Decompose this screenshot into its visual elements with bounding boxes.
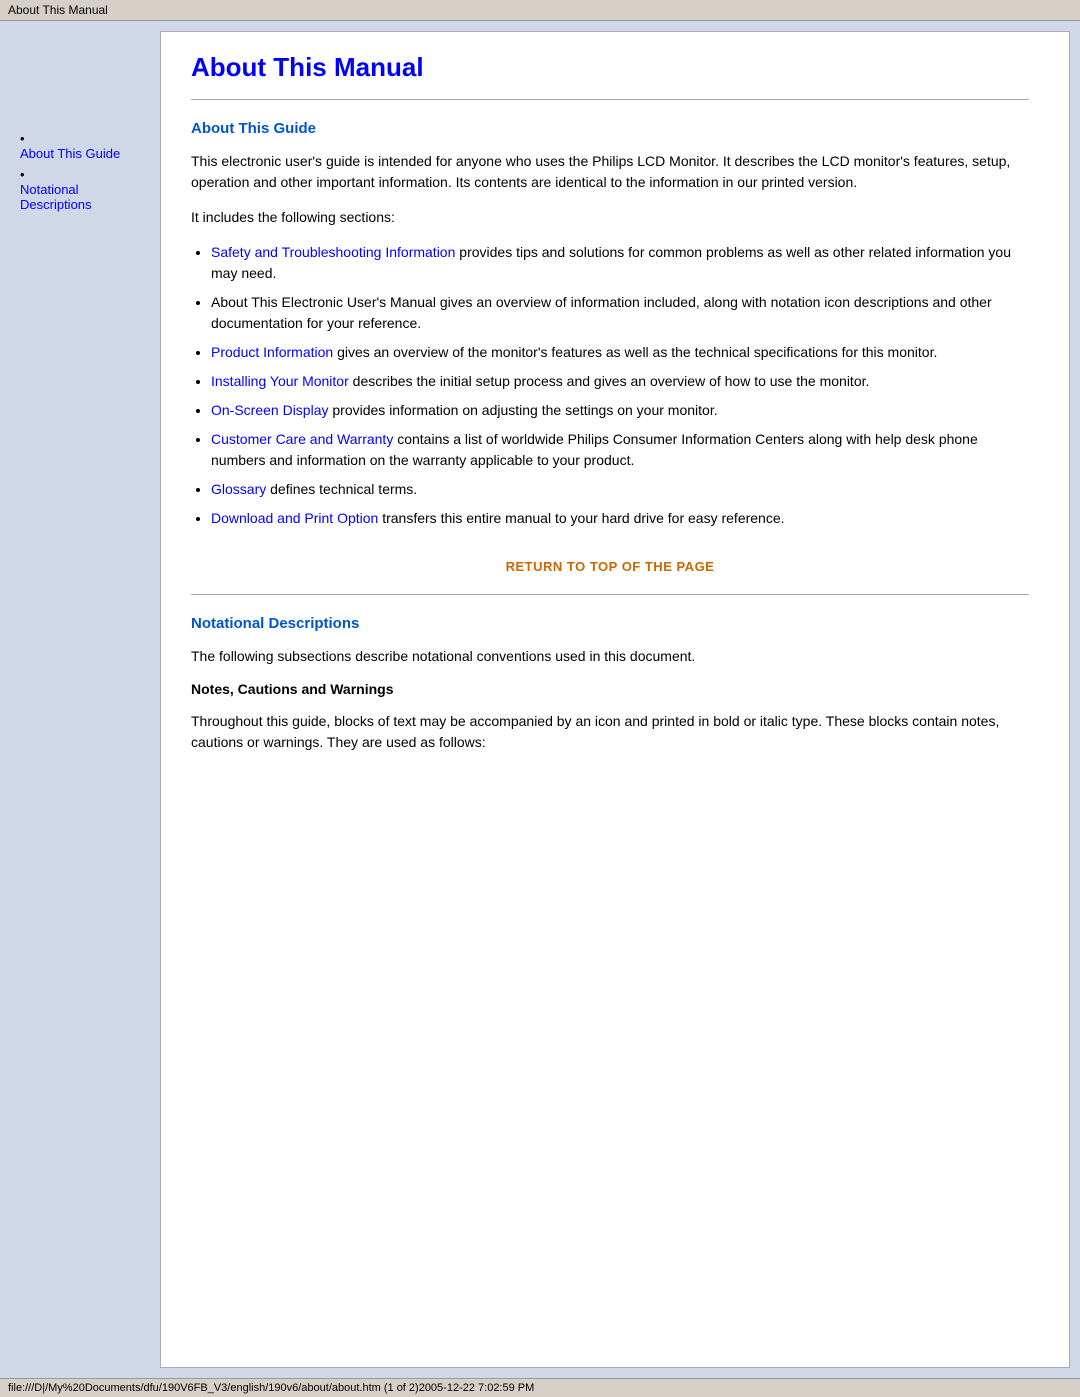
list-item: Installing Your Monitor describes the in…	[211, 371, 1029, 392]
return-link-anchor[interactable]: RETURN TO TOP OF THE PAGE	[506, 559, 715, 574]
sidebar: • About This Guide • Notational Descript…	[10, 31, 155, 1368]
list-item: Glossary defines technical terms.	[211, 479, 1029, 500]
divider-top	[191, 99, 1029, 100]
notes-cautions-title: Notes, Cautions and Warnings	[191, 681, 1029, 697]
divider-middle	[191, 594, 1029, 595]
about-intro2: It includes the following sections:	[191, 207, 1029, 228]
section-notational: Notational Descriptions The following su…	[191, 615, 1029, 753]
section-title-notational: Notational Descriptions	[191, 615, 1029, 632]
sidebar-item-notational[interactable]: • Notational Descriptions	[20, 167, 147, 212]
list-item-text: describes the initial setup process and …	[353, 373, 870, 389]
page-title: About This Manual	[191, 52, 1029, 83]
list-item: Product Information gives an overview of…	[211, 342, 1029, 363]
list-item-text: gives an overview of the monitor's featu…	[337, 344, 937, 360]
list-item-text: transfers this entire manual to your har…	[382, 510, 784, 526]
list-item-text: defines technical terms.	[270, 481, 417, 497]
list-item: About This Electronic User's Manual give…	[211, 292, 1029, 334]
notational-intro: The following subsections describe notat…	[191, 646, 1029, 667]
link-customer-care[interactable]: Customer Care and Warranty	[211, 431, 393, 447]
link-installing[interactable]: Installing Your Monitor	[211, 373, 349, 389]
sidebar-item-about[interactable]: • About This Guide	[20, 131, 147, 161]
link-safety[interactable]: Safety and Troubleshooting Information	[211, 244, 455, 260]
sidebar-link-about[interactable]: About This Guide	[20, 146, 147, 161]
content-area: About This Manual About This Guide This …	[160, 31, 1070, 1368]
status-bar-text: file:///D|/My%20Documents/dfu/190V6FB_V3…	[8, 1382, 534, 1394]
bullet-list: Safety and Troubleshooting Information p…	[211, 242, 1029, 529]
link-osd[interactable]: On-Screen Display	[211, 402, 329, 418]
return-to-top[interactable]: RETURN TO TOP OF THE PAGE	[191, 559, 1029, 574]
link-product[interactable]: Product Information	[211, 344, 333, 360]
sidebar-bullet-about: •	[20, 131, 25, 146]
return-link-text: RETURN TO TOP OF THE PAGE	[506, 559, 715, 574]
section-title-about: About This Guide	[191, 120, 1029, 137]
list-item: Safety and Troubleshooting Information p…	[211, 242, 1029, 284]
about-intro1: This electronic user's guide is intended…	[191, 151, 1029, 193]
link-download[interactable]: Download and Print Option	[211, 510, 378, 526]
sidebar-bullet-notational: •	[20, 167, 25, 182]
status-bar: file:///D|/My%20Documents/dfu/190V6FB_V3…	[0, 1378, 1080, 1397]
sidebar-link-notational[interactable]: Notational Descriptions	[20, 182, 147, 212]
section-about-guide: About This Guide This electronic user's …	[191, 120, 1029, 574]
notes-cautions-text: Throughout this guide, blocks of text ma…	[191, 711, 1029, 753]
list-item-text: About This Electronic User's Manual give…	[211, 294, 992, 331]
link-glossary[interactable]: Glossary	[211, 481, 266, 497]
list-item: Customer Care and Warranty contains a li…	[211, 429, 1029, 471]
list-item: Download and Print Option transfers this…	[211, 508, 1029, 529]
title-bar-text: About This Manual	[8, 3, 108, 17]
title-bar: About This Manual	[0, 0, 1080, 21]
main-container: • About This Guide • Notational Descript…	[10, 31, 1070, 1368]
list-item: On-Screen Display provides information o…	[211, 400, 1029, 421]
list-item-text: provides information on adjusting the se…	[332, 402, 717, 418]
